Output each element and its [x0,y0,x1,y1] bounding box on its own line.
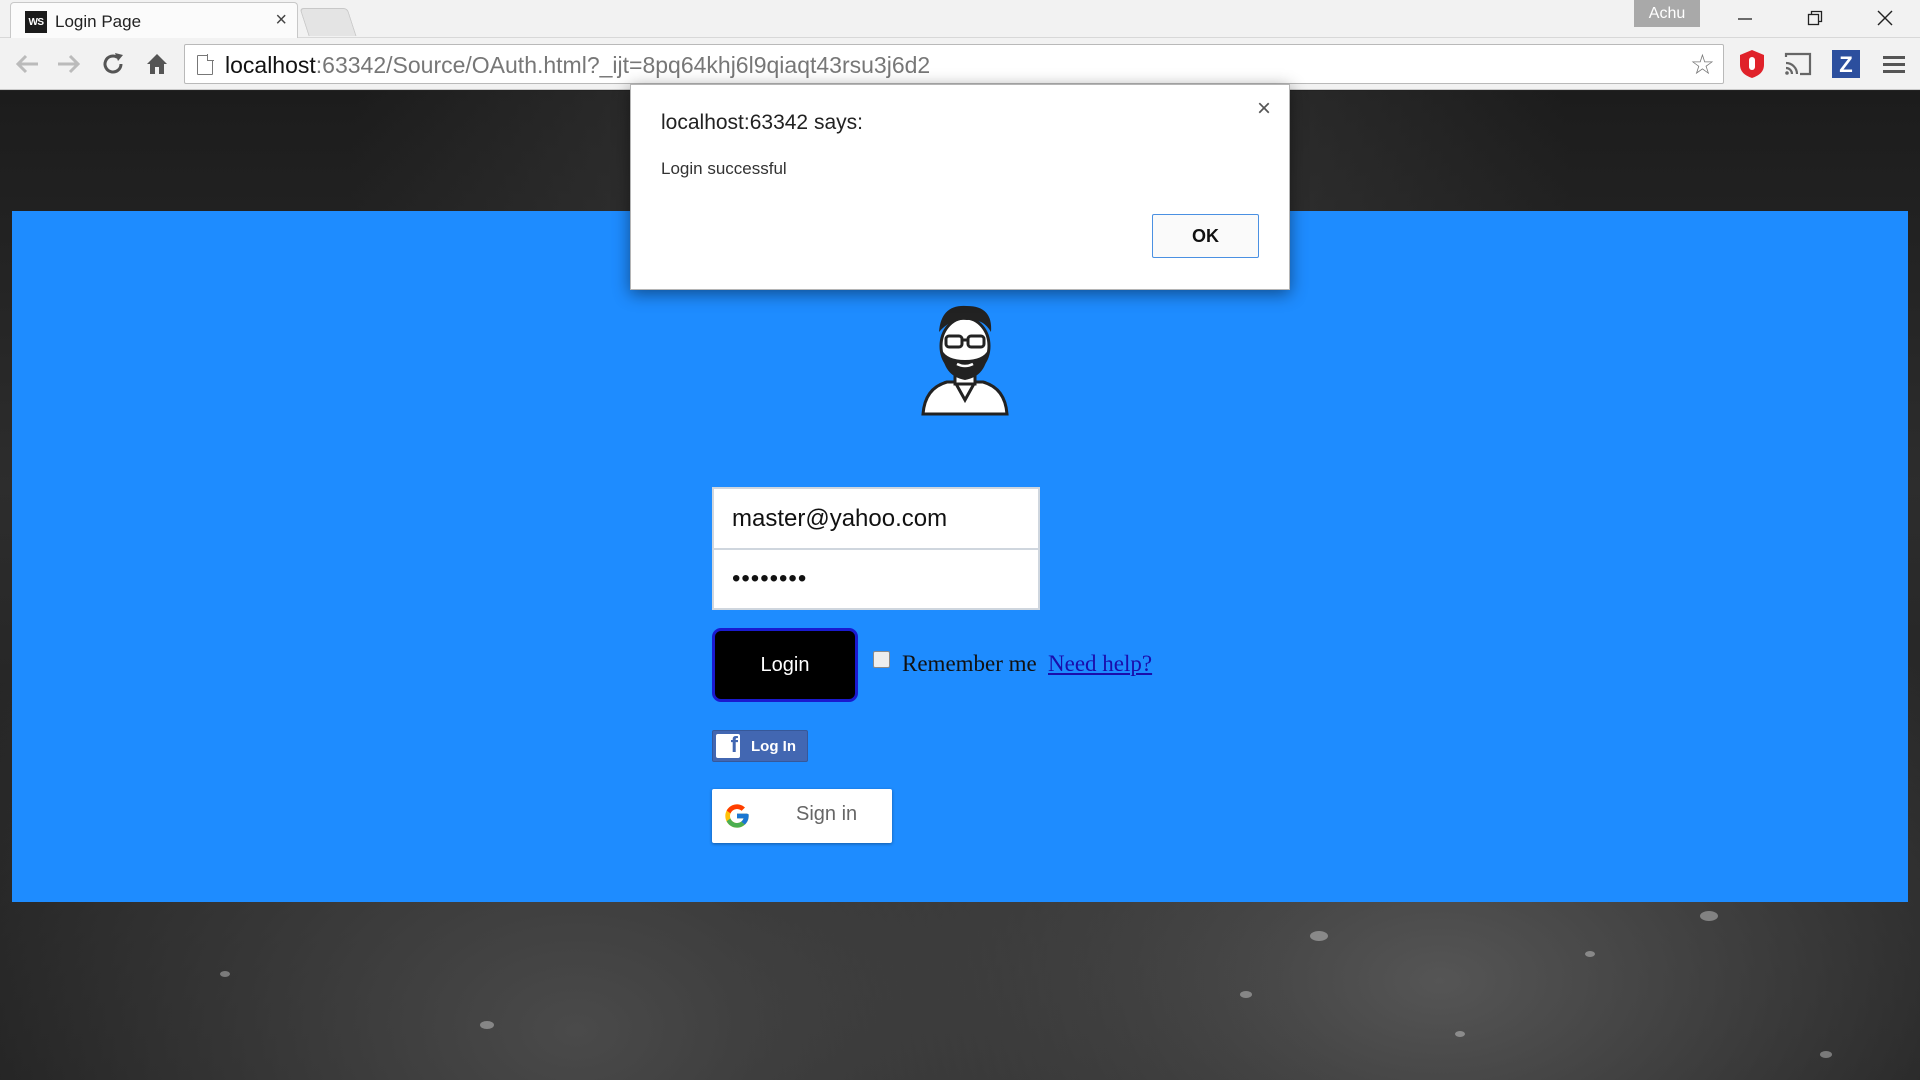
login-button[interactable]: Login [712,628,858,702]
cast-icon [1784,52,1812,76]
webstorm-favicon-icon: WS [25,11,47,33]
alert-dialog: localhost:63342 says: Login successful ×… [630,84,1290,290]
forward-arrow-icon [58,54,81,74]
login-panel: master@yahoo.com •••••••• Login Remember… [12,211,1908,902]
svg-text:Z: Z [1839,52,1852,77]
url-text[interactable]: localhost:63342/Source/OAuth.html?_ijt=8… [225,52,930,79]
zotero-extension-button[interactable]: Z [1830,48,1862,80]
dialog-ok-button[interactable]: OK [1152,214,1259,258]
dialog-title: localhost:63342 says: [661,111,863,134]
chrome-menu-button[interactable] [1878,48,1910,80]
profile-badge[interactable]: Achu [1634,0,1700,27]
minimize-icon [1738,18,1752,20]
reload-icon [103,53,123,74]
url-path: :63342/Source/OAuth.html?_ijt=8pq64khj6l… [315,52,931,78]
adblock-extension-button[interactable] [1736,48,1768,80]
remember-me-checkbox[interactable] [873,651,890,668]
tab-title: Login Page [55,12,142,31]
need-help-link[interactable]: Need help? [1048,651,1152,677]
reload-button[interactable] [96,48,130,80]
dialog-close-icon[interactable]: × [1257,95,1271,123]
back-button[interactable] [10,48,44,80]
tab-close-icon[interactable]: × [275,9,287,32]
close-window-button[interactable] [1850,0,1920,36]
restore-icon [1807,10,1823,26]
browser-tab[interactable]: WS Login Page × [10,2,298,38]
menu-icon [1883,56,1905,73]
google-signin-button[interactable]: Sign in [712,789,892,843]
home-icon [147,54,167,74]
avatar-icon [921,305,1009,416]
home-button[interactable] [140,48,174,80]
back-arrow-icon [15,54,38,74]
close-icon [1877,10,1893,26]
remember-me-label: Remember me [902,651,1037,676]
google-signin-label: Sign in [796,803,858,825]
new-tab-button[interactable] [299,8,357,36]
minimize-button[interactable] [1710,0,1780,36]
adblock-icon [1740,50,1764,78]
password-field[interactable]: •••••••• [712,548,1040,610]
browser-tab-bar: WS Login Page × Achu [0,0,1920,38]
forward-button[interactable] [52,48,86,80]
facebook-login-button[interactable]: f Log In [712,730,808,762]
page-icon [197,54,214,75]
cast-button[interactable] [1782,48,1814,80]
facebook-login-label: Log In [751,737,796,755]
facebook-icon: f [716,734,740,758]
url-host: localhost [225,52,316,78]
dialog-message: Login successful [661,159,787,178]
google-icon [725,804,749,828]
browser-toolbar: localhost:63342/Source/OAuth.html?_ijt=8… [0,38,1920,90]
zotero-icon: Z [1832,50,1860,78]
star-icon[interactable]: ☆ [1690,48,1715,81]
restore-button[interactable] [1780,0,1850,36]
email-field[interactable]: master@yahoo.com [712,487,1040,549]
address-bar[interactable]: localhost:63342/Source/OAuth.html?_ijt=8… [184,44,1724,84]
